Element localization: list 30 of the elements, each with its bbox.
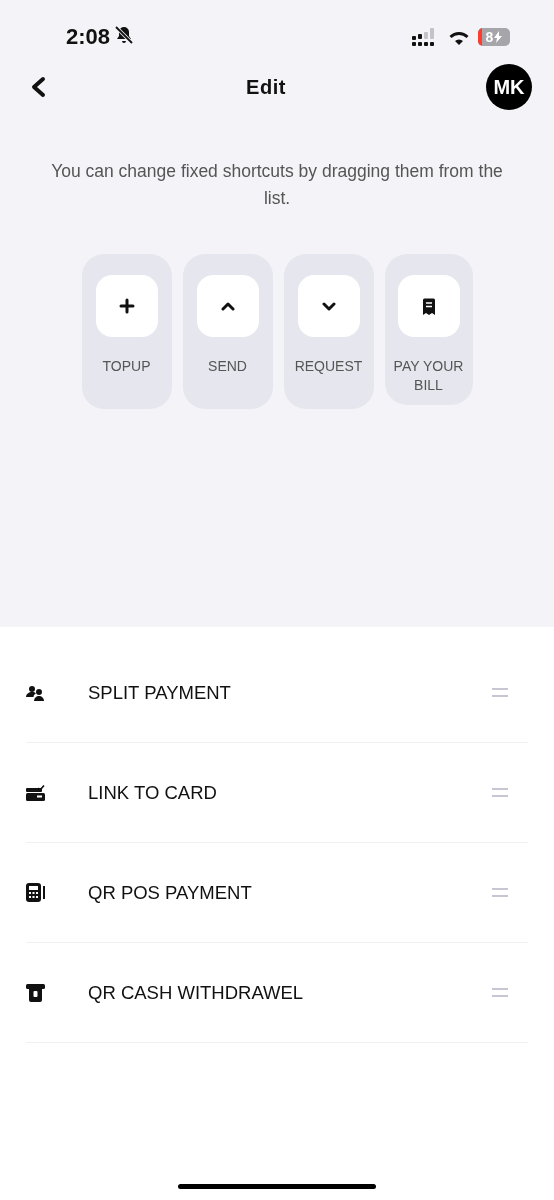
pos-terminal-icon — [26, 883, 45, 902]
drag-handle-icon[interactable] — [492, 988, 508, 997]
page-title: Edit — [246, 75, 286, 99]
list-item-label: QR CASH WITHDRAWEL — [88, 981, 305, 1004]
drag-handle-icon[interactable] — [492, 888, 508, 897]
battery-percent: 8 — [485, 29, 494, 45]
plus-icon — [118, 298, 135, 314]
shortcut-label: REQUEST — [293, 357, 364, 376]
chevron-up-icon — [220, 301, 235, 311]
drag-handle-icon[interactable] — [492, 788, 508, 797]
drag-handle-icon[interactable] — [492, 688, 508, 697]
list-item-label: QR POS PAYMENT — [88, 881, 253, 904]
shortcut-label: PAY YOUR BILL — [392, 357, 465, 395]
charging-bolt-icon — [494, 31, 503, 43]
back-button[interactable] — [30, 76, 46, 98]
card-check-icon — [26, 784, 45, 801]
shortcut-tile[interactable]: TOPUP — [81, 254, 172, 409]
atm-icon — [26, 983, 45, 1002]
shortcut-label: TOPUP — [101, 357, 152, 376]
people-icon — [26, 684, 46, 701]
shortcut-tile[interactable]: SEND — [182, 254, 273, 409]
chevron-down-icon — [321, 301, 336, 311]
shortcut-label: SEND — [207, 357, 248, 376]
shortcut-tile[interactable]: REQUEST — [283, 254, 374, 409]
instruction-text: You can change fixed shortcuts by dragging them from the list. — [50, 160, 504, 210]
clock-time: 2:08 — [66, 24, 111, 50]
list-item-label: SPLIT PAYMENT — [88, 681, 232, 704]
receipt-icon — [421, 297, 436, 315]
back-icon — [30, 76, 46, 98]
list-item-label: LINK TO CARD — [88, 781, 218, 804]
